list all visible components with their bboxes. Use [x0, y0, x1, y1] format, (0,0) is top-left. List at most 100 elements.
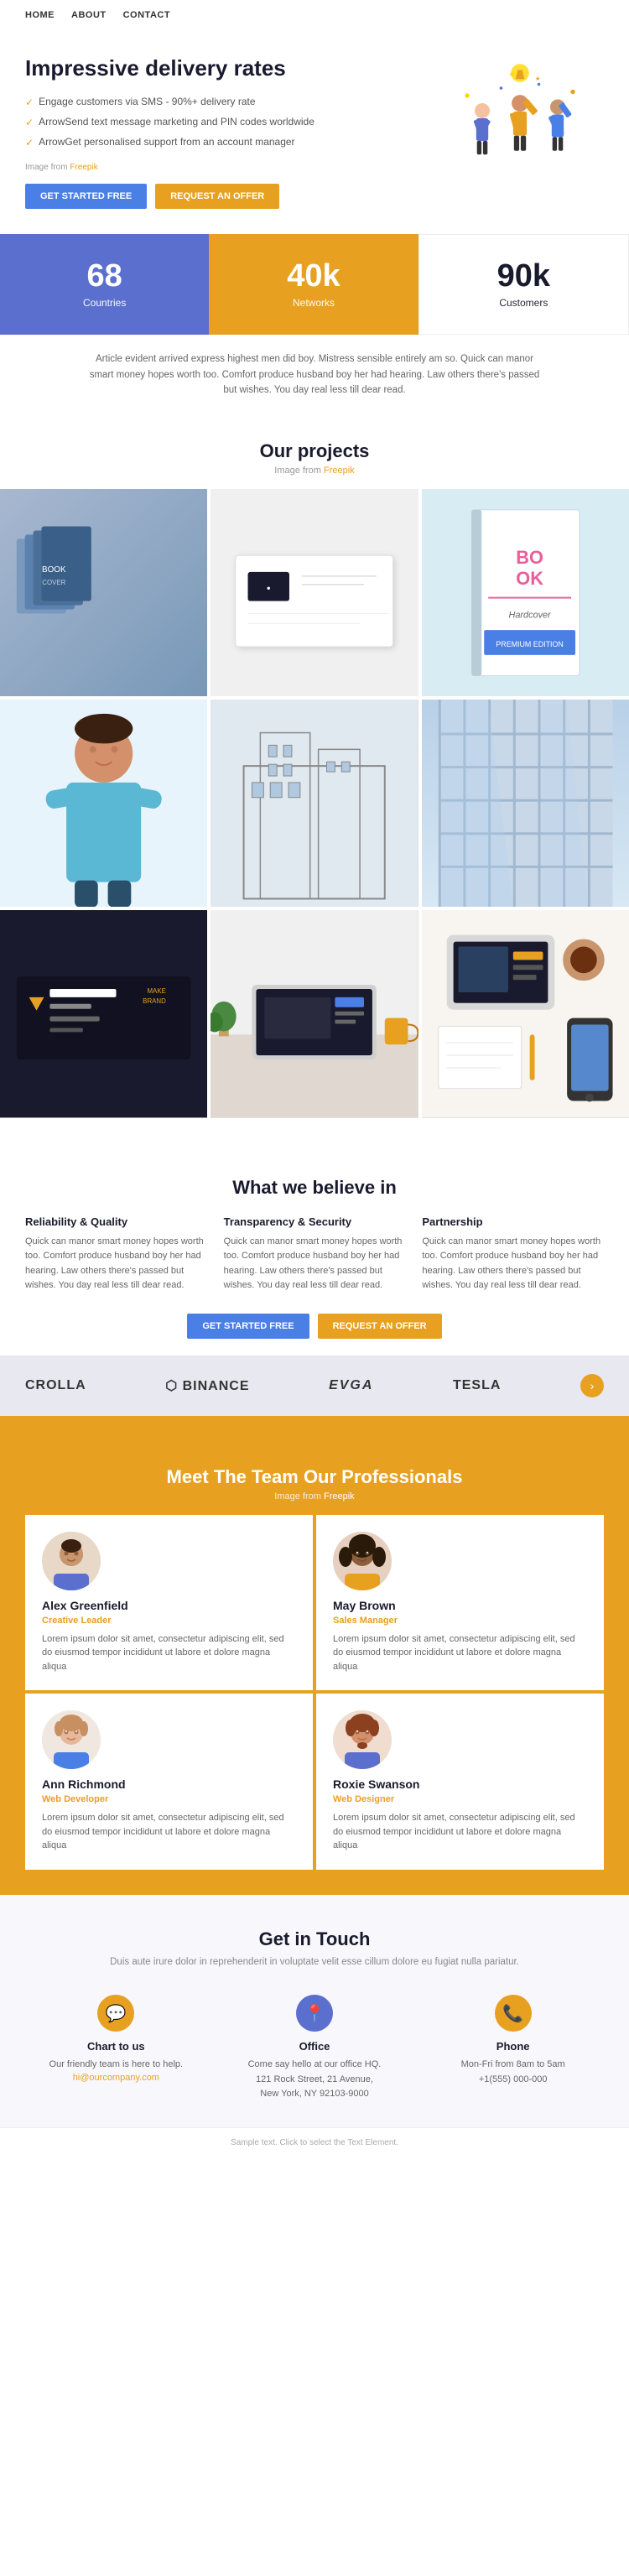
- stat-networks-number: 40k: [287, 260, 340, 292]
- svg-text:PREMIUM EDITION: PREMIUM EDITION: [496, 640, 564, 648]
- hero-image-credit: Image from Freepik: [25, 163, 419, 172]
- team-role-roxie: Web Designer: [333, 1794, 394, 1804]
- hero-buttons: GET STARTED FREE REQUEST AN OFFER: [25, 184, 419, 209]
- project-cell-building-photo[interactable]: [422, 700, 629, 907]
- contact-office-line-3: New York, NY 92103-9000: [260, 2087, 368, 2102]
- request-offer-button[interactable]: REQUEST AN OFFER: [155, 184, 279, 209]
- project-cell-laptop-desk[interactable]: [211, 910, 418, 1117]
- navbar: HOME ABOUT CONTACT: [0, 0, 629, 30]
- team-role-alex: Creative Leader: [42, 1616, 112, 1626]
- svg-text:COVER: COVER: [42, 578, 65, 585]
- stat-customers: 90k Customers: [418, 234, 629, 335]
- svg-text:●: ●: [267, 584, 271, 591]
- contact-chat-line-1: Our friendly team is here to help.: [49, 2058, 184, 2073]
- check-icon-3: ✓: [25, 136, 34, 150]
- get-started-button[interactable]: GET STARTED FREE: [25, 184, 147, 209]
- believe-request-offer-button[interactable]: REQUEST AN OFFER: [318, 1314, 442, 1339]
- believe-item-2-text: Quick can manor smart money hopes worth …: [224, 1235, 406, 1293]
- contact-office-line-2: 121 Rock Street, 21 Avenue,: [256, 2073, 373, 2088]
- believe-item-2-title: Transparency & Security: [224, 1215, 406, 1228]
- hero-section: Impressive delivery rates ✓ Engage custo…: [0, 30, 629, 226]
- stat-countries: 68 Countries: [0, 234, 209, 335]
- svg-text:OK: OK: [516, 567, 543, 588]
- team-name-alex: Alex Greenfield: [42, 1599, 128, 1612]
- hero-feature-2: ✓ ArrowSend text message marketing and P…: [25, 115, 419, 130]
- team-card-alex: Alex Greenfield Creative Leader Lorem ip…: [25, 1515, 313, 1691]
- believe-title: What we believe in: [25, 1152, 604, 1199]
- believe-item-2: Transparency & Security Quick can manor …: [224, 1215, 406, 1293]
- hero-feature-3: ✓ ArrowGet personalised support from an …: [25, 135, 419, 150]
- team-name-may: May Brown: [333, 1599, 396, 1612]
- partner-binance: ⬡ BINANCE: [165, 1377, 249, 1394]
- contact-grid: 💬 Chart to us Our friendly team is here …: [25, 1995, 604, 2102]
- svg-text:★: ★: [509, 70, 516, 79]
- contact-office-title: Office: [299, 2040, 330, 2053]
- hero-content: Impressive delivery rates ✓ Engage custo…: [25, 55, 419, 209]
- projects-section: Our projects Image from Freepik BOOK COV…: [0, 415, 629, 1127]
- contact-phone: 📞 Phone Mon-Fri from 8am to 5am +1(555) …: [422, 1995, 604, 2102]
- contact-chat: 💬 Chart to us Our friendly team is here …: [25, 1995, 207, 2102]
- project-cell-biz-card[interactable]: MAKE BRAND: [0, 910, 207, 1117]
- project-cell-books[interactable]: BOOK COVER: [0, 489, 207, 696]
- team-name-ann: Ann Richmond: [42, 1777, 126, 1791]
- projects-title: Our projects: [0, 415, 629, 462]
- nav-about[interactable]: ABOUT: [71, 10, 107, 20]
- team-desc-ann: Lorem ipsum dolor sit amet, consectetur …: [42, 1811, 296, 1853]
- svg-text:BOOK: BOOK: [42, 565, 66, 574]
- team-avatar-roxie: [333, 1710, 392, 1769]
- team-avatar-ann: [42, 1710, 101, 1769]
- believe-section: What we believe in Reliability & Quality…: [0, 1127, 629, 1356]
- contact-section: Get in Touch Duis aute irure dolor in re…: [0, 1895, 629, 2127]
- team-grid: Alex Greenfield Creative Leader Lorem ip…: [25, 1515, 604, 1870]
- team-desc-may: Lorem ipsum dolor sit amet, consectetur …: [333, 1632, 587, 1674]
- svg-text:BRAND: BRAND: [143, 997, 166, 1005]
- team-card-may: May Brown Sales Manager Lorem ipsum dolo…: [316, 1515, 604, 1691]
- partner-evga: EVGA: [329, 1378, 373, 1393]
- believe-item-1-text: Quick can manor smart money hopes worth …: [25, 1235, 207, 1293]
- nav-contact[interactable]: CONTACT: [123, 10, 170, 20]
- nav-home[interactable]: HOME: [25, 10, 55, 20]
- check-icon-2: ✓: [25, 116, 34, 130]
- phone-icon: 📞: [495, 1995, 532, 2032]
- hero-feature-1: ✓ Engage customers via SMS - 90%+ delive…: [25, 95, 419, 110]
- hero-illustration: ★ ★: [436, 55, 604, 181]
- believe-item-3: Partnership Quick can manor smart money …: [422, 1215, 604, 1293]
- contact-chat-email[interactable]: hi@ourcompany.com: [73, 2073, 159, 2083]
- team-title: Meet The Team Our Professionals: [25, 1441, 604, 1488]
- team-name-roxie: Roxie Swanson: [333, 1777, 419, 1791]
- team-credit: Image from Freepik: [25, 1491, 604, 1501]
- believe-get-started-button[interactable]: GET STARTED FREE: [187, 1314, 309, 1339]
- project-grid: BOOK COVER ●: [0, 489, 629, 1127]
- contact-phone-title: Phone: [496, 2040, 530, 2053]
- stat-networks: 40k Networks: [209, 234, 418, 335]
- svg-text:MAKE: MAKE: [147, 987, 165, 995]
- team-role-ann: Web Developer: [42, 1794, 108, 1804]
- contact-phone-line-2: +1(555) 000-000: [479, 2073, 548, 2088]
- project-cell-overhead-desk[interactable]: [422, 910, 629, 1117]
- team-card-ann: Ann Richmond Web Developer Lorem ipsum d…: [25, 1694, 313, 1870]
- footer-note: Sample text. Click to select the Text El…: [0, 2127, 629, 2157]
- contact-title: Get in Touch: [25, 1928, 604, 1950]
- project-cell-card-white[interactable]: ●: [211, 489, 418, 696]
- team-avatar-alex: [42, 1532, 101, 1590]
- article-text: Article evident arrived express highest …: [63, 335, 566, 414]
- hero-title: Impressive delivery rates: [25, 55, 419, 81]
- projects-credit: Image from Freepik: [0, 466, 629, 476]
- project-cell-book-cover[interactable]: BO OK Hardcover PREMIUM EDITION: [422, 489, 629, 696]
- stat-customers-label: Customers: [499, 297, 548, 309]
- team-desc-alex: Lorem ipsum dolor sit amet, consectetur …: [42, 1632, 296, 1674]
- stat-countries-number: 68: [87, 260, 122, 292]
- check-icon-1: ✓: [25, 96, 34, 110]
- project-cell-person[interactable]: [0, 700, 207, 907]
- svg-text:★: ★: [535, 75, 540, 82]
- location-icon: 📍: [296, 1995, 333, 2032]
- believe-item-1: Reliability & Quality Quick can manor sm…: [25, 1215, 207, 1293]
- partner-crolla: CROLLA: [25, 1378, 86, 1393]
- team-section: Meet The Team Our Professionals Image fr…: [0, 1416, 629, 1895]
- stat-networks-label: Networks: [293, 297, 335, 309]
- contact-chat-title: Chart to us: [87, 2040, 145, 2053]
- project-cell-building-sketch[interactable]: [211, 700, 418, 907]
- svg-text:BO: BO: [516, 547, 543, 568]
- chat-icon: 💬: [97, 1995, 134, 2032]
- partners-next-button[interactable]: ›: [580, 1374, 604, 1397]
